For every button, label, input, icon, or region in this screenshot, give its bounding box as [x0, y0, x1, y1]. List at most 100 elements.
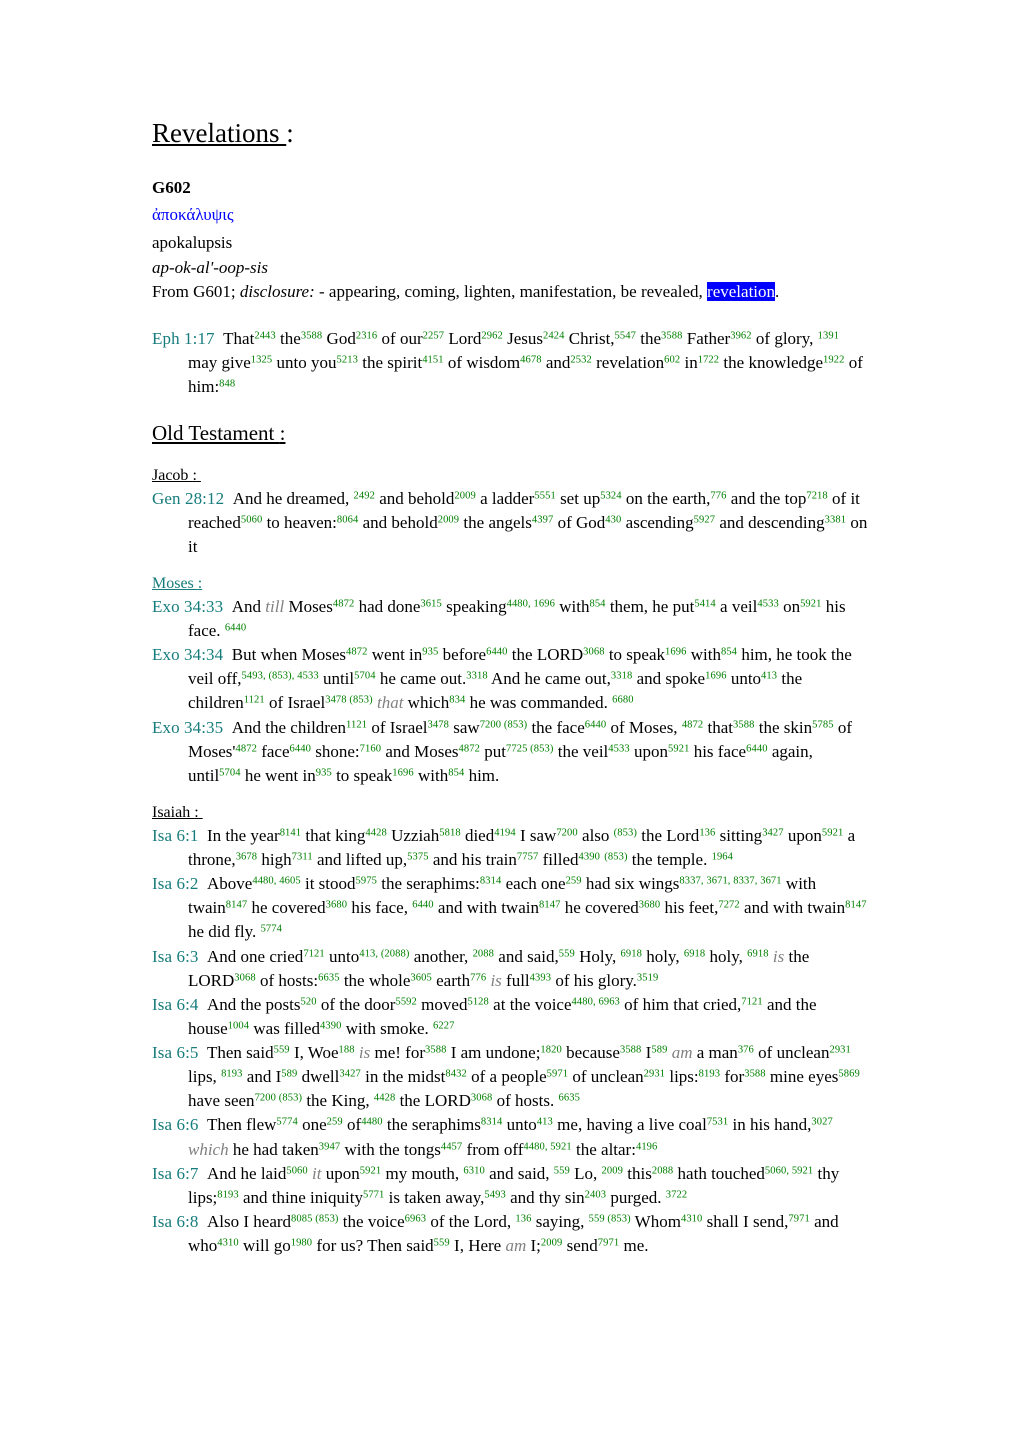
strongs-number[interactable]: 6963	[405, 1214, 426, 1225]
strongs-number[interactable]: 2962	[481, 331, 502, 342]
strongs-number[interactable]: 2316	[356, 331, 377, 342]
strongs-number[interactable]: 559	[554, 1165, 570, 1176]
strongs-number[interactable]: 2009	[541, 1238, 562, 1249]
strongs-number[interactable]: 4428	[374, 1093, 395, 1104]
strongs-number[interactable]: 376	[738, 1045, 754, 1056]
strongs-number[interactable]: 6918	[684, 948, 705, 959]
strongs-number[interactable]: 3588	[301, 331, 322, 342]
strongs-number[interactable]: 4872	[346, 647, 367, 658]
strongs-number[interactable]: 4480	[361, 1117, 382, 1128]
strongs-number[interactable]: 1325	[251, 355, 272, 366]
strongs-number[interactable]: 8432	[445, 1069, 466, 1080]
strongs-number[interactable]: 5213	[337, 355, 358, 366]
strongs-number[interactable]: 3680	[639, 900, 660, 911]
strongs-number[interactable]: 5060	[241, 514, 262, 525]
strongs-number[interactable]: 5921	[360, 1165, 381, 1176]
strongs-number[interactable]: 854	[589, 599, 605, 610]
strongs-number[interactable]: 7531	[707, 1117, 728, 1128]
strongs-number[interactable]: 2088	[652, 1165, 673, 1176]
strongs-number[interactable]: 7200 (853)	[480, 719, 528, 730]
strongs-number[interactable]: (853)	[614, 828, 637, 839]
strongs-number[interactable]: 8085 (853)	[291, 1214, 339, 1225]
highlighted-term[interactable]: revelation	[707, 282, 776, 302]
strongs-number[interactable]: 559	[434, 1238, 450, 1249]
strongs-number[interactable]: 4678	[520, 355, 541, 366]
strongs-number[interactable]: 7971	[598, 1238, 619, 1249]
strongs-number[interactable]: 2009	[454, 490, 475, 501]
strongs-number[interactable]: 6440	[290, 743, 311, 754]
strongs-number[interactable]: 776	[470, 972, 486, 983]
strongs-number[interactable]: (853)	[604, 852, 627, 863]
strongs-number[interactable]: 3588	[661, 331, 682, 342]
strongs-number[interactable]: 7757	[517, 852, 538, 863]
strongs-number[interactable]: 6918	[620, 948, 641, 959]
strongs-number[interactable]: 6440	[585, 719, 606, 730]
strongs-number[interactable]: 5975	[356, 876, 377, 887]
strongs-number[interactable]: 8147	[226, 900, 247, 911]
strongs-number[interactable]: 5921	[822, 828, 843, 839]
strongs-number[interactable]: 4310	[681, 1214, 702, 1225]
strongs-number[interactable]: 5774	[276, 1117, 297, 1128]
strongs-number[interactable]: 8193	[217, 1189, 238, 1201]
verse-reference[interactable]: Isa 6:5	[152, 1043, 199, 1062]
strongs-number[interactable]: 935	[422, 647, 438, 658]
verse-reference[interactable]: Eph 1:17	[152, 329, 215, 348]
strongs-number[interactable]: 5774	[261, 924, 282, 935]
strongs-number[interactable]: 4390	[579, 852, 600, 863]
strongs-number[interactable]: 2931	[829, 1045, 850, 1056]
strongs-number[interactable]: 776	[710, 490, 726, 501]
strongs-number[interactable]: 8314	[480, 876, 501, 887]
verse-reference[interactable]: Isa 6:7	[152, 1164, 199, 1183]
strongs-number[interactable]: 602	[664, 355, 680, 366]
verse-reference[interactable]: Isa 6:4	[152, 995, 199, 1014]
strongs-number[interactable]: 4151	[422, 355, 443, 366]
strongs-number[interactable]: 6918	[747, 948, 768, 959]
strongs-number[interactable]: 5128	[467, 996, 488, 1008]
strongs-number[interactable]: 2492	[354, 490, 375, 501]
verse-reference[interactable]: Isa 6:6	[152, 1115, 199, 1134]
strongs-number[interactable]: 4397	[532, 514, 553, 525]
strongs-number[interactable]: 589	[281, 1069, 297, 1080]
strongs-number[interactable]: 3962	[730, 331, 751, 342]
strongs-number[interactable]: 5921	[668, 743, 689, 754]
strongs-number[interactable]: 854	[721, 647, 737, 658]
strongs-number[interactable]: 6635	[318, 972, 339, 983]
strongs-number[interactable]: 4480, 5921	[523, 1141, 571, 1152]
strongs-number[interactable]: 7272	[718, 900, 739, 911]
strongs-number[interactable]: 4872	[682, 719, 703, 730]
strongs-number[interactable]: 3427	[762, 828, 783, 839]
strongs-number[interactable]: 1696	[392, 767, 413, 779]
strongs-number[interactable]: 8193	[221, 1069, 242, 1080]
strongs-number[interactable]: 259	[566, 876, 582, 887]
strongs-number[interactable]: 5927	[694, 514, 715, 525]
strongs-number[interactable]: 5921	[800, 599, 821, 610]
strongs-number[interactable]: 5971	[547, 1069, 568, 1080]
strongs-number[interactable]: 4533	[757, 599, 778, 610]
strongs-number[interactable]: 259	[327, 1117, 343, 1128]
strongs-number[interactable]: 8141	[280, 828, 301, 839]
strongs-number[interactable]: 4310	[217, 1238, 238, 1249]
strongs-number[interactable]: 3318	[611, 671, 632, 682]
strongs-number[interactable]: 5060, 5921	[765, 1165, 813, 1176]
strongs-number[interactable]: 3722	[666, 1189, 687, 1201]
strongs-number[interactable]: 5547	[615, 331, 636, 342]
strongs-number[interactable]: 3027	[811, 1117, 832, 1128]
verse-reference[interactable]: Isa 6:2	[152, 874, 199, 893]
strongs-number[interactable]: 848	[219, 379, 235, 390]
strongs-number[interactable]: 1696	[665, 647, 686, 658]
strongs-number[interactable]: 5771	[363, 1189, 384, 1201]
strongs-number[interactable]: 3318	[466, 671, 487, 682]
strongs-number[interactable]: 3068	[471, 1093, 492, 1104]
strongs-number[interactable]: 6310	[463, 1165, 484, 1176]
strongs-number[interactable]: 3427	[339, 1069, 360, 1080]
strongs-number[interactable]: 8314	[481, 1117, 502, 1128]
strongs-number[interactable]: 5324	[600, 490, 621, 501]
strongs-number[interactable]: 3478	[428, 719, 449, 730]
strongs-number[interactable]: 3588	[733, 719, 754, 730]
strongs-number[interactable]: 3680	[326, 900, 347, 911]
strongs-number[interactable]: 7311	[292, 852, 313, 863]
strongs-number[interactable]: 3605	[410, 972, 431, 983]
strongs-number[interactable]: 3588	[425, 1045, 446, 1056]
strongs-number[interactable]: 6440	[746, 743, 767, 754]
strongs-number[interactable]: 3947	[319, 1141, 340, 1152]
